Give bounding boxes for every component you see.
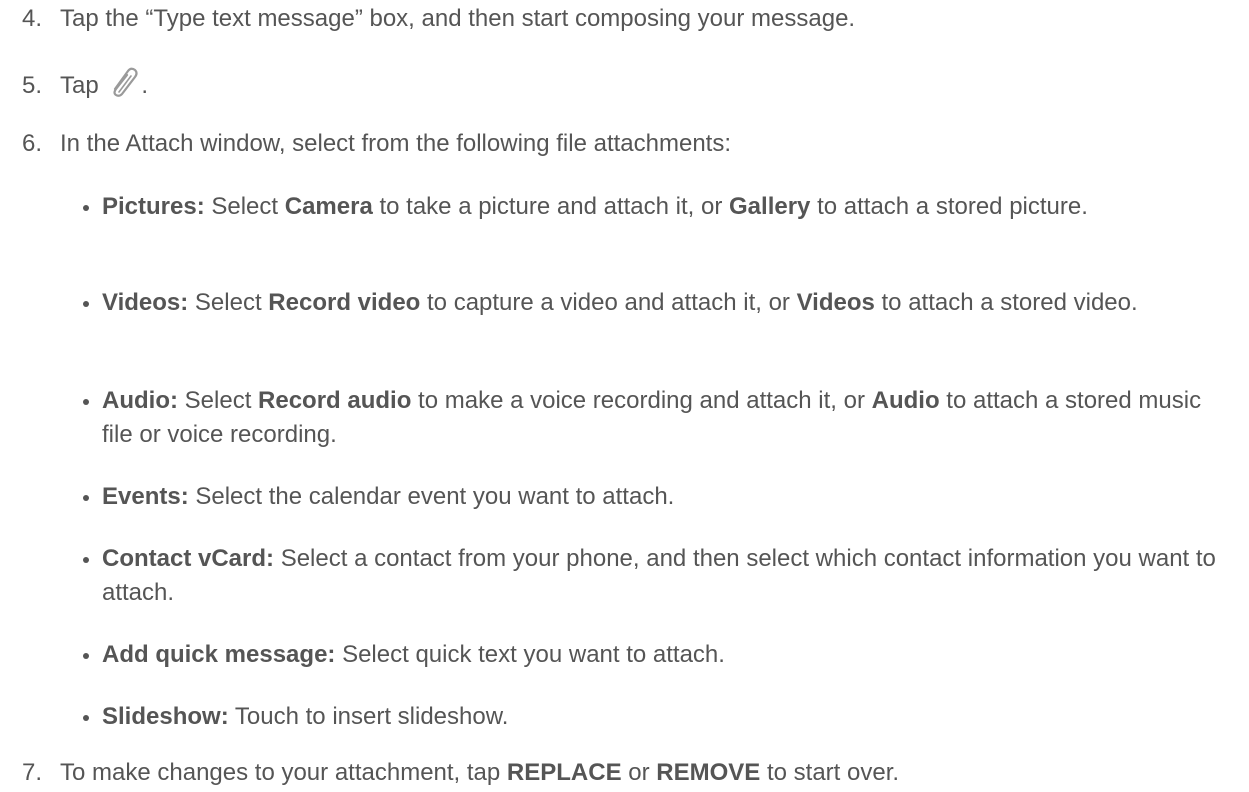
text-run: to attach a stored video. bbox=[874, 289, 1138, 316]
item-label: Pictures: bbox=[102, 193, 205, 220]
step-text-suffix: . bbox=[141, 72, 149, 99]
list-item-audio: Audio: Select Record audio to make a voi… bbox=[80, 384, 1237, 452]
list-item-slideshow: Slideshow: Touch to insert slideshow. bbox=[80, 700, 1237, 734]
bullet-dot bbox=[80, 638, 102, 672]
bullet-dot bbox=[80, 542, 102, 610]
text-run: Select bbox=[204, 193, 285, 220]
step-text: Tap the “Type text message” box, and the… bbox=[60, 5, 856, 32]
bullet-dot bbox=[80, 286, 102, 320]
list-item-text: Videos: Select Record video to capture a… bbox=[102, 286, 1237, 320]
option-record-audio: Record audio bbox=[258, 387, 412, 414]
list-item-text: Pictures: Select Camera to take a pictur… bbox=[102, 190, 1237, 224]
list-item-text: Add quick message: Select quick text you… bbox=[102, 638, 1237, 672]
option-gallery: Gallery bbox=[729, 193, 811, 220]
item-label: Audio: bbox=[102, 387, 178, 414]
item-label: Add quick message: bbox=[102, 641, 336, 668]
step-number: 6. bbox=[22, 130, 43, 157]
text-run: Touch to insert slideshow. bbox=[228, 703, 509, 730]
instructions-page: 4. Tap the “Type text message” box, and … bbox=[0, 0, 1249, 792]
text-run: Select the calendar event you want to at… bbox=[188, 483, 675, 510]
text-run: to capture a video and attach it, or bbox=[420, 289, 797, 316]
list-item-contact-vcard: Contact vCard: Select a contact from you… bbox=[80, 542, 1237, 610]
list-item-add-quick-message: Add quick message: Select quick text you… bbox=[80, 638, 1237, 672]
step-text: To make changes to your attachment, tap … bbox=[60, 756, 1237, 790]
list-item-pictures: Pictures: Select Camera to take a pictur… bbox=[80, 190, 1237, 224]
text-run: to attach a stored picture. bbox=[810, 193, 1088, 220]
text-run: Select bbox=[188, 289, 269, 316]
text-run: to take a picture and attach it, or bbox=[372, 193, 730, 220]
step-number: 4. bbox=[22, 5, 43, 32]
item-label: Videos: bbox=[102, 289, 189, 316]
bullet-dot bbox=[80, 384, 102, 452]
step-number: 7. bbox=[22, 759, 43, 786]
text-run: To make changes to your attachment, tap bbox=[60, 759, 507, 786]
step-6: 6. In the Attach window, select from the… bbox=[22, 127, 1237, 161]
option-replace: REPLACE bbox=[506, 759, 622, 786]
text-run: Select quick text you want to attach. bbox=[335, 641, 725, 668]
item-label: Slideshow: bbox=[102, 703, 229, 730]
option-record-video: Record video bbox=[268, 289, 421, 316]
step-5: 5. Tap . bbox=[22, 65, 1237, 103]
bullet-dot bbox=[80, 190, 102, 224]
text-run: to make a voice recording and attach it,… bbox=[411, 387, 872, 414]
step-text-prefix: Tap bbox=[60, 72, 99, 99]
option-audio: Audio bbox=[871, 387, 940, 414]
list-item-videos: Videos: Select Record video to capture a… bbox=[80, 286, 1237, 320]
item-label: Contact vCard: bbox=[102, 545, 275, 572]
list-item-text: Slideshow: Touch to insert slideshow. bbox=[102, 700, 1237, 734]
paperclip-icon bbox=[107, 65, 141, 99]
step-4: 4. Tap the “Type text message” box, and … bbox=[22, 2, 1237, 36]
step-text: In the Attach window, select from the fo… bbox=[60, 130, 732, 157]
bullet-dot bbox=[80, 700, 102, 734]
option-videos: Videos bbox=[796, 289, 875, 316]
option-remove: REMOVE bbox=[656, 759, 761, 786]
bullet-dot bbox=[80, 480, 102, 514]
step-number: 5. bbox=[22, 72, 43, 99]
step-7: 7. To make changes to your attachment, t… bbox=[22, 756, 1237, 790]
list-item-text: Events: Select the calendar event you wa… bbox=[102, 480, 1237, 514]
text-run: to start over. bbox=[760, 759, 900, 786]
list-item-text: Audio: Select Record audio to make a voi… bbox=[102, 384, 1237, 452]
option-camera: Camera bbox=[284, 193, 373, 220]
step-text: Tap . bbox=[60, 65, 1237, 103]
list-item-events: Events: Select the calendar event you wa… bbox=[80, 480, 1237, 514]
list-item-text: Contact vCard: Select a contact from you… bbox=[102, 542, 1237, 610]
text-run: or bbox=[621, 759, 657, 786]
item-label: Events: bbox=[102, 483, 189, 510]
text-run: Select bbox=[177, 387, 259, 414]
